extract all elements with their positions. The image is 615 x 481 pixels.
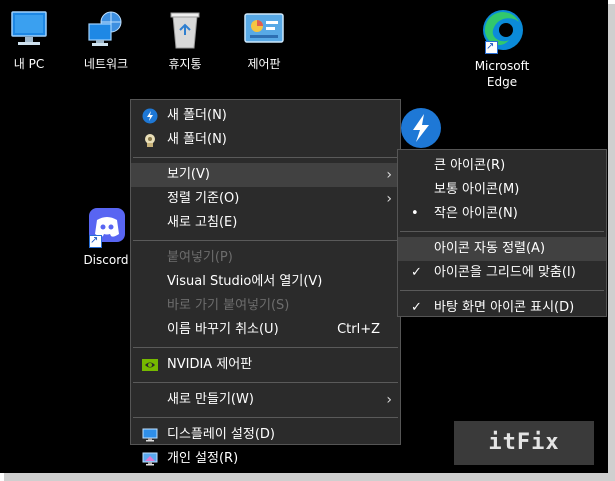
- menu-item-label: 이름 바꾸기 취소(U): [167, 322, 279, 337]
- display-icon: [142, 427, 158, 443]
- desktop[interactable]: 내 PC 네트워크 휴지통 제어판 ↗ Microsoft Edge ↗ Dis…: [0, 0, 608, 473]
- app-icon-partial[interactable]: [398, 106, 444, 150]
- menu-item-new-folder-1[interactable]: 새 폴더(N): [131, 104, 400, 128]
- menu-item-paste-shortcut: 바로 가기 붙여넣기(S): [131, 294, 400, 318]
- menu-item-display-settings[interactable]: 디스플레이 설정(D): [131, 423, 400, 447]
- menu-item-label: 새 폴더(N): [167, 108, 227, 123]
- desktop-icon-recycle-bin[interactable]: 휴지통: [149, 10, 221, 72]
- shortcut-arrow-icon: [485, 39, 498, 55]
- screenshot-shadow-bottom: [4, 473, 615, 481]
- menu-item-new[interactable]: 새로 만들기(W) ›: [131, 388, 400, 412]
- discord-icon: [83, 206, 129, 249]
- submenu-item-medium-icons[interactable]: 보통 아이콘(M): [398, 178, 606, 202]
- menu-item-undo-rename[interactable]: 이름 바꾸기 취소(U) Ctrl+Z: [131, 318, 400, 342]
- menu-item-label: Visual Studio에서 열기(V): [167, 274, 323, 289]
- menu-item-label: 작은 아이콘(N): [434, 206, 518, 221]
- menu-item-label: 개인 설정(R): [167, 451, 239, 466]
- menu-item-label: 정렬 기준(O): [167, 191, 240, 206]
- menu-separator: [133, 382, 398, 383]
- menu-item-sort-by[interactable]: 정렬 기준(O) ›: [131, 187, 400, 211]
- submenu-item-small-icons[interactable]: • 작은 아이콘(N): [398, 202, 606, 226]
- bullet-selected-icon: •: [411, 206, 419, 221]
- menu-item-label: 바로 가기 붙여넣기(S): [167, 298, 290, 313]
- menu-item-label: 새로 고침(E): [167, 215, 238, 230]
- menu-item-paste: 붙여넣기(P): [131, 246, 400, 270]
- menu-separator: [400, 290, 604, 291]
- shortcut-arrow-icon: [89, 233, 102, 249]
- lightning-app-icon: [401, 108, 441, 148]
- menu-item-nvidia-control-panel[interactable]: NVIDIA 제어판: [131, 353, 400, 377]
- desktop-icon-control-panel[interactable]: 제어판: [228, 10, 300, 72]
- view-submenu: 큰 아이콘(R) 보통 아이콘(M) • 작은 아이콘(N) 아이콘 자동 정렬…: [397, 149, 607, 317]
- menu-item-refresh[interactable]: 새로 고침(E): [131, 211, 400, 235]
- desktop-icon-label: 내 PC: [13, 57, 45, 71]
- folder-gear-icon: [142, 132, 158, 148]
- submenu-item-show-desktop-icons[interactable]: ✓ 바탕 화면 아이콘 표시(D): [398, 296, 606, 320]
- shortcut-blue-icon: [142, 108, 158, 124]
- desktop-icon-network[interactable]: 네트워크: [70, 10, 142, 72]
- submenu-item-large-icons[interactable]: 큰 아이콘(R): [398, 154, 606, 178]
- menu-item-label: 보기(V): [167, 167, 210, 182]
- control-panel-icon: [241, 10, 287, 50]
- chevron-right-icon: ›: [386, 392, 392, 408]
- menu-item-new-folder-2[interactable]: 새 폴더(N): [131, 128, 400, 152]
- menu-item-shortcut: Ctrl+Z: [337, 322, 380, 337]
- chevron-right-icon: ›: [386, 191, 392, 207]
- menu-item-label: 새로 만들기(W): [167, 392, 254, 407]
- desktop-icon-label: 네트워크: [83, 57, 129, 71]
- menu-item-label: 바탕 화면 아이콘 표시(D): [434, 300, 575, 315]
- menu-item-label: 아이콘 자동 정렬(A): [434, 241, 546, 256]
- menu-separator: [133, 157, 398, 158]
- menu-item-label: 아이콘을 그리드에 맞춤(I): [434, 265, 576, 280]
- desktop-context-menu: 새 폴더(N) 새 폴더(N) 보기(V) › 정렬 기준(O) › 새로 고침…: [130, 99, 401, 466]
- desktop-icon-label-line2: Edge: [486, 75, 518, 89]
- edge-icon: [479, 8, 525, 55]
- menu-item-label: 새 폴더(N): [167, 132, 227, 147]
- menu-item-label: 보통 아이콘(M): [434, 182, 520, 197]
- desktop-icon-label: 제어판: [247, 57, 281, 71]
- desktop-icon-this-pc[interactable]: 내 PC: [0, 10, 65, 72]
- checkmark-icon: ✓: [411, 300, 422, 315]
- menu-separator: [133, 240, 398, 241]
- menu-separator: [133, 347, 398, 348]
- checkmark-icon: ✓: [411, 265, 422, 280]
- submenu-item-auto-arrange[interactable]: 아이콘 자동 정렬(A): [398, 237, 606, 261]
- network-icon: [83, 10, 129, 50]
- menu-item-view[interactable]: 보기(V) ›: [131, 163, 400, 187]
- screenshot-shadow-right: [608, 4, 615, 481]
- menu-item-label: 큰 아이콘(R): [434, 158, 506, 173]
- menu-item-label: 붙여넣기(P): [167, 250, 233, 265]
- menu-item-open-in-visual-studio[interactable]: Visual Studio에서 열기(V): [131, 270, 400, 294]
- recycle-bin-icon: [162, 10, 208, 50]
- menu-separator: [133, 417, 398, 418]
- personalize-icon: [142, 451, 158, 467]
- computer-icon: [6, 10, 52, 50]
- menu-separator: [400, 231, 604, 232]
- desktop-icon-label: 휴지통: [168, 57, 202, 71]
- menu-item-label: 디스플레이 설정(D): [167, 427, 276, 442]
- menu-item-label: NVIDIA 제어판: [167, 357, 253, 372]
- chevron-right-icon: ›: [386, 167, 392, 183]
- desktop-icon-label-line1: Microsoft: [474, 59, 530, 73]
- menu-item-personalize[interactable]: 개인 설정(R): [131, 447, 400, 471]
- nvidia-icon: [142, 357, 158, 373]
- watermark: itFix blog: [454, 421, 594, 465]
- desktop-icon-edge[interactable]: Microsoft Edge: [465, 8, 539, 90]
- submenu-item-align-to-grid[interactable]: ✓ 아이콘을 그리드에 맞춤(I): [398, 261, 606, 285]
